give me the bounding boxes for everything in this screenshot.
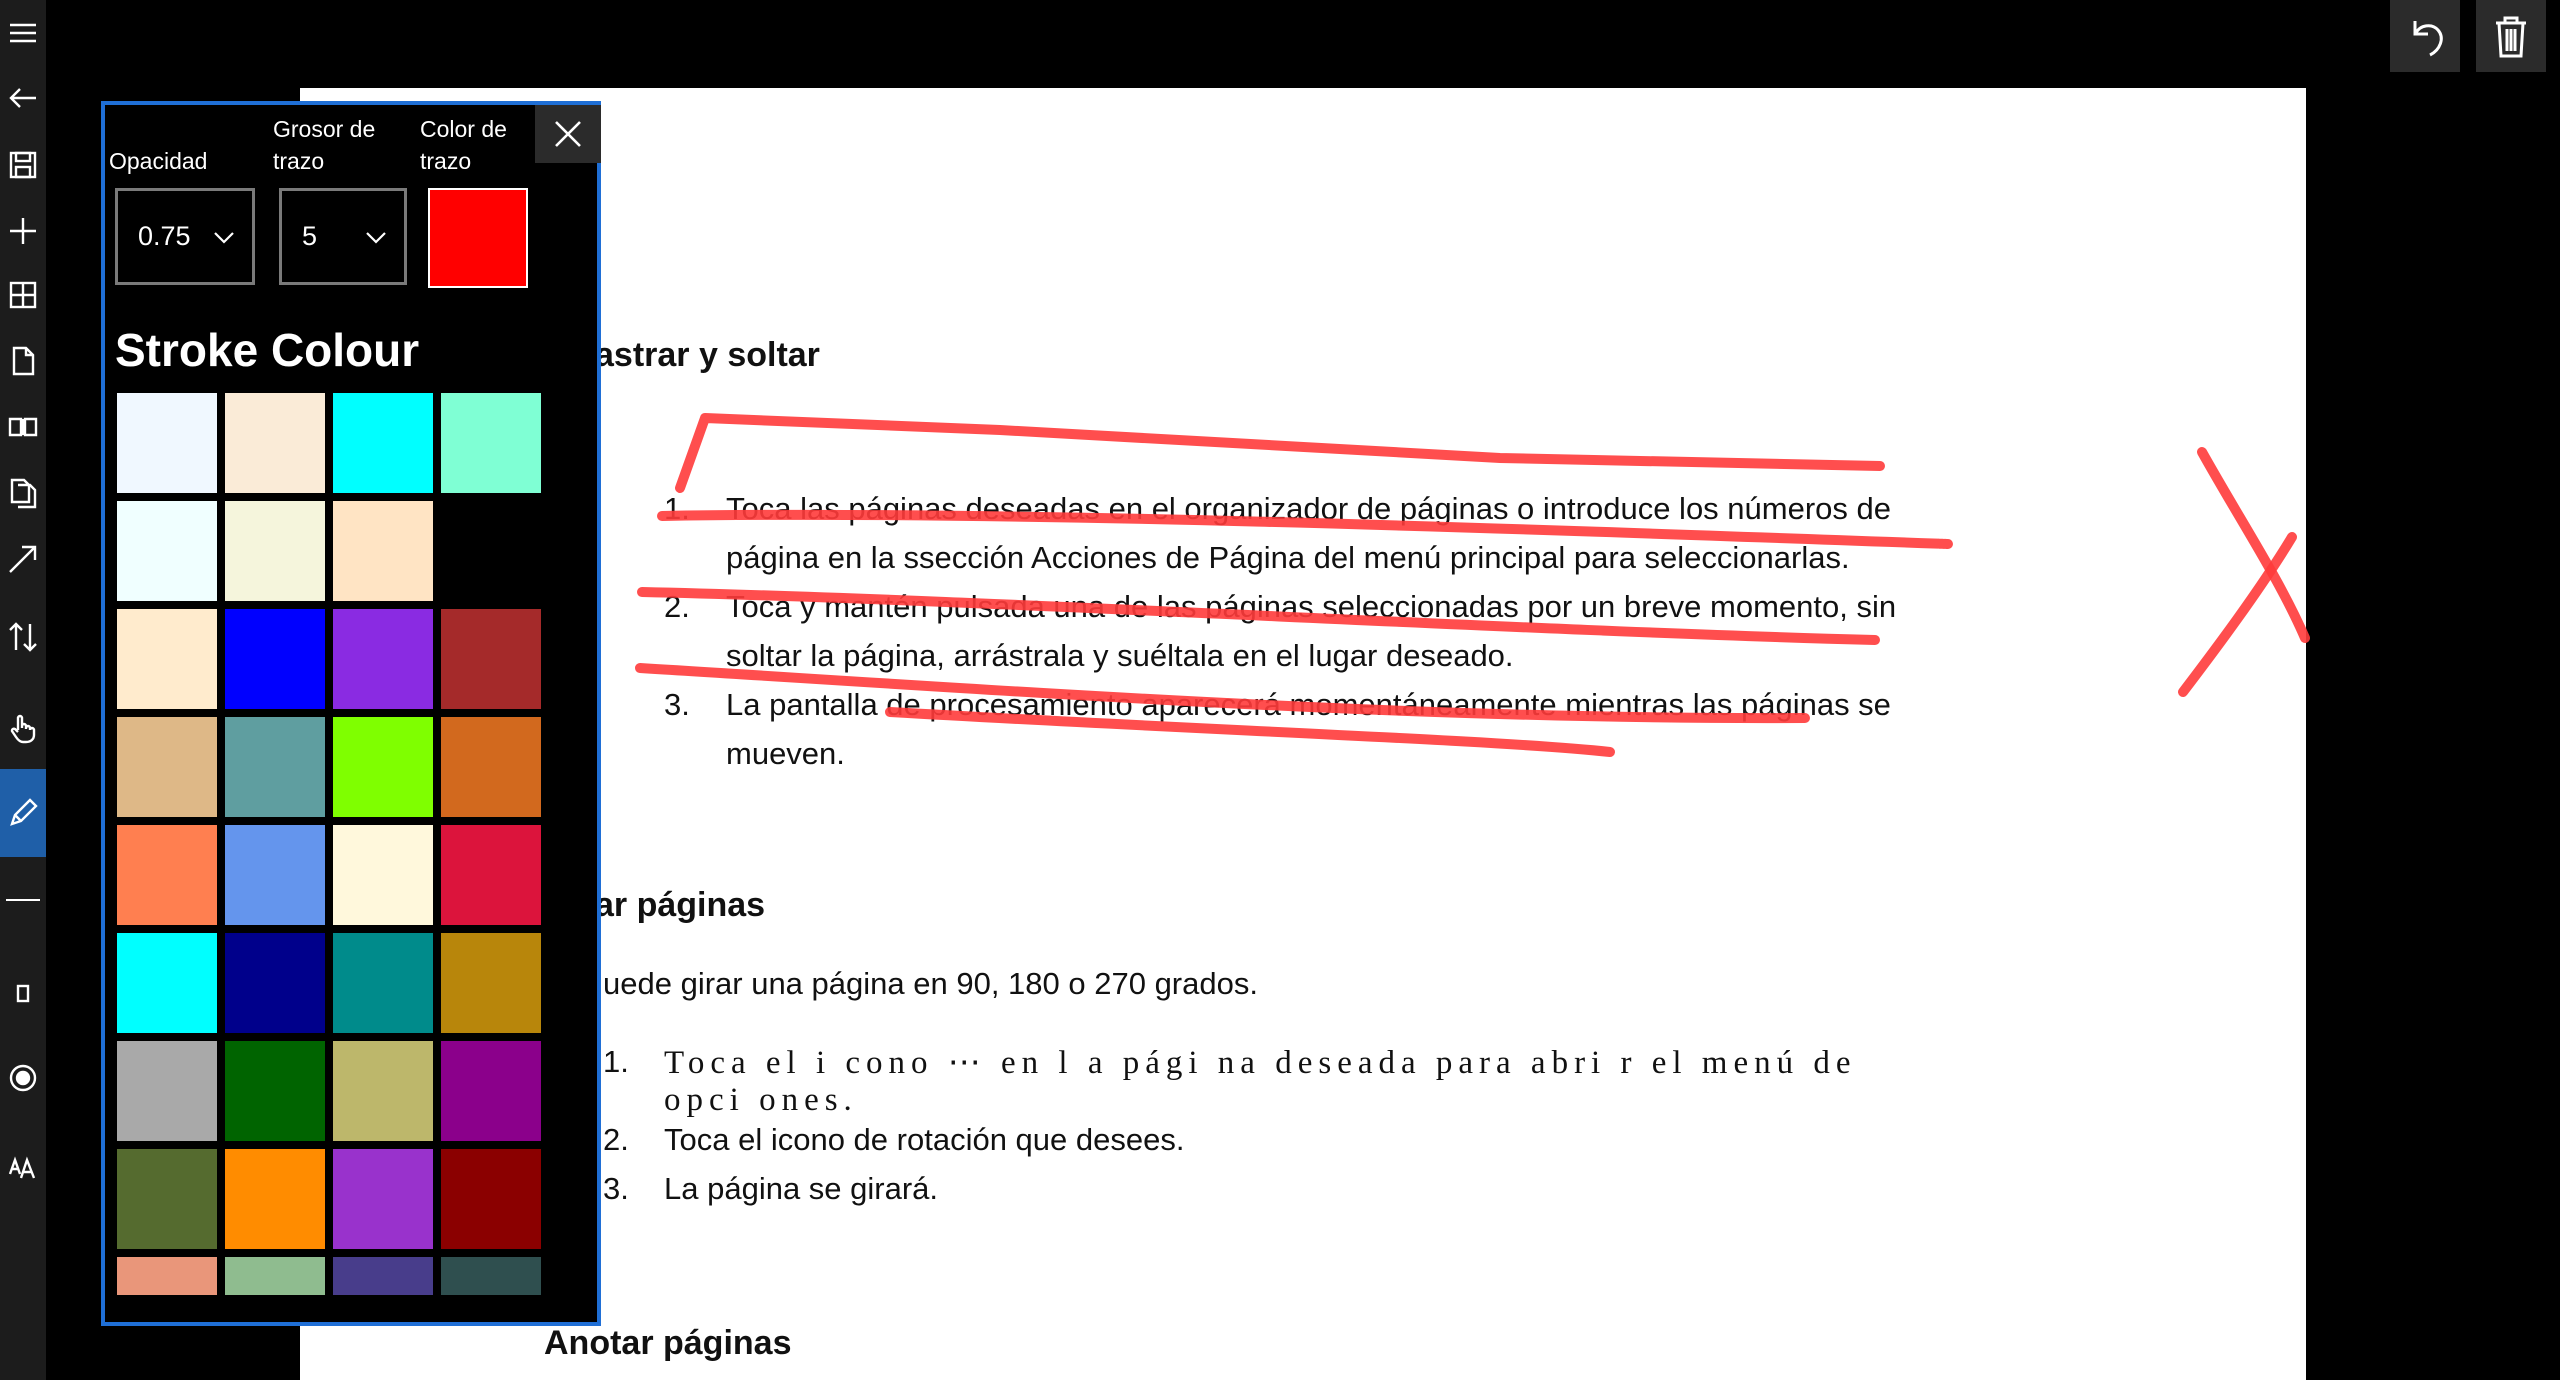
color-swatch[interactable]: [333, 501, 433, 601]
color-swatch[interactable]: [333, 717, 433, 817]
book-icon[interactable]: [0, 404, 46, 450]
panel-title: Stroke Colour: [115, 324, 420, 376]
record-icon[interactable]: [0, 1055, 46, 1101]
color-swatch[interactable]: [225, 1041, 325, 1141]
text-size-icon[interactable]: [0, 1144, 46, 1190]
menu-icon[interactable]: [0, 10, 46, 56]
undo-icon[interactable]: [2390, 0, 2460, 72]
thickness-value: 5: [302, 221, 318, 251]
diagonal-arrow-icon[interactable]: [0, 536, 46, 582]
sort-arrows-icon[interactable]: [0, 614, 46, 660]
color-swatch[interactable]: [117, 825, 217, 925]
section-heading-annotate: Anotar páginas: [544, 1324, 792, 1362]
color-swatch[interactable]: [117, 1149, 217, 1249]
chevron-down-icon: [364, 225, 388, 249]
rectangle-icon[interactable]: [0, 970, 46, 1016]
copy-pages-icon[interactable]: [0, 470, 46, 516]
color-swatch[interactable]: [225, 501, 325, 601]
color-swatch[interactable]: [441, 1257, 541, 1295]
color-swatch[interactable]: [225, 933, 325, 1033]
chevron-down-icon: [212, 225, 236, 249]
color-swatch[interactable]: [333, 609, 433, 709]
left-toolbar: [0, 0, 46, 1380]
stroke-settings-panel: Opacidad Grosor de trazo Color de trazo …: [101, 101, 601, 1326]
color-swatch[interactable]: [333, 825, 433, 925]
color-swatch[interactable]: [225, 1257, 325, 1295]
list-number: 2.: [664, 589, 690, 624]
current-color-swatch[interactable]: [428, 188, 528, 288]
thickness-label: Grosor de trazo: [273, 116, 376, 174]
color-swatch[interactable]: [117, 609, 217, 709]
color-swatch[interactable]: [225, 825, 325, 925]
color-swatch[interactable]: [441, 717, 541, 817]
list-number: 1.: [664, 491, 690, 526]
list-item-line: La página se girará.: [664, 1171, 939, 1206]
color-swatch[interactable]: [225, 393, 325, 493]
trash-icon[interactable]: [2476, 0, 2546, 72]
list-item-line: Toca el icono de rotación que desees.: [664, 1122, 1185, 1157]
color-swatch[interactable]: [117, 501, 217, 601]
list-number: 2.: [603, 1122, 629, 1157]
color-swatch[interactable]: [117, 393, 217, 493]
color-swatch[interactable]: [441, 609, 541, 709]
color-swatch[interactable]: [333, 1257, 433, 1295]
list-item-line: La pantalla de procesamiento aparecerá m…: [726, 687, 1891, 722]
list-item-line: Toca las páginas deseadas en el organiza…: [726, 491, 1891, 526]
color-label: Color de trazo: [420, 116, 507, 174]
paragraph: uede girar una página en 90, 180 o 270 g…: [603, 966, 1258, 1001]
color-swatch[interactable]: [441, 1041, 541, 1141]
color-swatch[interactable]: [333, 393, 433, 493]
list-item-line: opci ones.: [664, 1082, 858, 1118]
back-arrow-icon[interactable]: [0, 75, 46, 121]
list-number: 3.: [664, 687, 690, 722]
color-swatch[interactable]: [441, 393, 541, 493]
list-item-line: Toca el i cono ⋯ en l a pági na deseada …: [664, 1045, 1857, 1081]
section-heading-drag-drop: astrar y soltar: [595, 336, 820, 374]
page-icon[interactable]: [0, 338, 46, 384]
color-swatch[interactable]: [333, 1149, 433, 1249]
opacity-value: 0.75: [138, 221, 191, 251]
color-swatch[interactable]: [333, 933, 433, 1033]
pen-icon[interactable]: [0, 769, 46, 857]
list-item-line: soltar la página, arrástrala y suéltala …: [726, 638, 1514, 673]
section-heading-rotate: ar páginas: [595, 886, 766, 924]
list-number: 3.: [603, 1171, 629, 1206]
color-swatch[interactable]: [441, 933, 541, 1033]
list-number: 1.: [603, 1044, 629, 1079]
opacity-label: Opacidad: [109, 148, 208, 174]
hand-touch-icon[interactable]: [0, 704, 46, 750]
color-swatch[interactable]: [117, 717, 217, 817]
color-swatch[interactable]: [225, 717, 325, 817]
close-button[interactable]: [535, 105, 601, 163]
color-swatch[interactable]: [117, 933, 217, 1033]
grid-icon[interactable]: [0, 272, 46, 318]
color-swatch[interactable]: [117, 1041, 217, 1141]
color-swatch[interactable]: [441, 1149, 541, 1249]
color-swatch[interactable]: [441, 825, 541, 925]
list-item-line: Toca y mantén pulsada una de las páginas…: [726, 589, 1897, 624]
opacity-dropdown[interactable]: 0.75: [115, 188, 255, 285]
save-icon[interactable]: [0, 142, 46, 188]
color-swatch[interactable]: [333, 1041, 433, 1141]
thickness-dropdown[interactable]: 5: [279, 188, 407, 285]
close-icon: [555, 121, 581, 147]
color-swatch[interactable]: [225, 1149, 325, 1249]
list-item-line: página en la ssección Acciones de Página…: [726, 540, 1850, 575]
list-item-line: mueven.: [726, 736, 845, 771]
color-swatch[interactable]: [225, 609, 325, 709]
color-swatch[interactable]: [117, 1257, 217, 1295]
add-icon[interactable]: [0, 208, 46, 254]
line-tool-icon[interactable]: [6, 899, 40, 901]
